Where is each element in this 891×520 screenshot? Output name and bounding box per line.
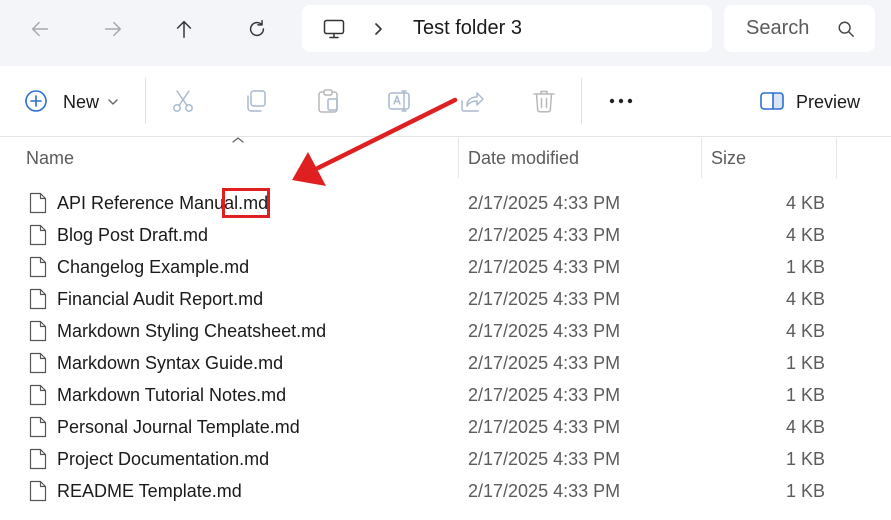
file-size: 4 KB [785,321,825,341]
file-row[interactable]: Blog Post Draft.md 2/17/2025 4:33 PM 4 KB [0,220,891,252]
file-size: 1 KB [785,257,825,277]
file-name: Markdown Styling Cheatsheet.md [57,321,327,341]
file-date-modified: 2/17/2025 4:33 PM [468,353,621,373]
scissors-icon [173,90,193,112]
chevron-down-icon [108,99,118,105]
file-date-modified: 2/17/2025 4:33 PM [468,321,621,341]
file-icon [29,320,47,342]
arrow-left-icon [31,21,49,37]
file-size: 4 KB [785,289,825,309]
toolbar-divider [145,78,146,124]
address-path: Test folder 3 [413,17,522,39]
file-name: Blog Post Draft.md [57,225,209,245]
file-date-modified: 2/17/2025 4:33 PM [468,257,621,277]
column-divider[interactable] [458,138,459,178]
preview-label: Preview [796,92,861,112]
file-icon [29,448,47,470]
command-bar: New Preview [0,66,891,137]
arrow-right-icon [104,21,122,37]
paste-button[interactable] [315,88,341,114]
file-date-modified: 2/17/2025 4:33 PM [468,449,621,469]
delete-button[interactable] [531,88,557,114]
file-icon [29,224,47,246]
file-icon [29,256,47,278]
file-size: 1 KB [785,481,825,501]
refresh-icon [249,20,265,37]
search-icon [838,21,854,37]
file-row[interactable]: Changelog Example.md 2/17/2025 4:33 PM 1 K… [0,252,891,284]
file-icon [29,384,47,406]
forward-button[interactable] [95,12,131,46]
file-row[interactable]: Markdown Styling Cheatsheet.md 2/17/2025 … [0,316,891,348]
column-header-size[interactable]: Size [711,136,835,178]
file-size: 1 KB [785,353,825,373]
trash-icon [533,90,555,113]
share-button[interactable] [459,88,485,114]
column-divider[interactable] [836,138,837,178]
file-row[interactable]: Project Documentation.md 2/17/2025 4:33 P… [0,444,891,476]
file-date-modified: 2/17/2025 4:33 PM [468,417,621,437]
file-name: Project Documentation.md [57,449,270,469]
file-date-modified: 2/17/2025 4:33 PM [468,385,621,405]
file-icon [29,416,47,438]
file-row[interactable]: Markdown Syntax Guide.md 2/17/2025 4:33 P… [0,348,891,380]
file-row[interactable]: Personal Journal Template.md 2/17/2025 4:… [0,412,891,444]
file-name: Markdown Syntax Guide.md [57,353,284,373]
file-icon [29,480,47,502]
more-horizontal-icon [609,98,633,104]
column-header-name-label: Name [26,148,75,168]
new-button[interactable]: New [24,88,128,116]
file-size: 4 KB [785,193,825,213]
preview-pane-icon [760,92,784,110]
toolbar-divider [581,78,582,124]
chevron-right-icon [375,23,382,35]
computer-icon [323,19,345,39]
file-size: 1 KB [785,449,825,469]
address-bar[interactable]: Test folder 3 [302,5,712,52]
back-button[interactable] [22,12,58,46]
copy-button[interactable] [243,88,269,114]
share-icon [461,92,484,112]
file-name: Markdown Tutorial Notes.md [57,385,287,405]
file-name: Changelog Example.md [57,257,250,277]
annotation-highlight-box [222,188,270,218]
column-divider[interactable] [701,138,702,178]
file-row[interactable]: Markdown Tutorial Notes.md 2/17/2025 4:33… [0,380,891,412]
file-icon [29,192,47,214]
sort-ascending-icon [232,137,244,143]
file-icon [29,352,47,374]
up-button[interactable] [166,12,202,46]
clipboard-icon [318,89,338,113]
file-row[interactable]: README Template.md 2/17/2025 4:33 PM 1 KB [0,476,891,508]
cut-button[interactable] [170,88,196,114]
file-date-modified: 2/17/2025 4:33 PM [468,481,621,501]
search-box[interactable]: Search [724,5,875,52]
plus-circle-icon [25,90,47,112]
file-date-modified: 2/17/2025 4:33 PM [468,225,621,245]
arrow-up-icon [176,20,192,38]
file-size: 4 KB [785,225,825,245]
column-header-date-label: Date modified [468,148,580,168]
preview-button[interactable]: Preview [760,88,870,116]
column-header-size-label: Size [711,148,747,168]
column-header-date[interactable]: Date modified [468,136,700,178]
file-date-modified: 2/17/2025 4:33 PM [468,289,621,309]
file-name: README Template.md [57,481,242,501]
copy-icon [247,90,266,112]
rename-icon [388,90,410,112]
search-placeholder: Search [746,17,810,39]
refresh-button[interactable] [239,12,275,46]
file-row[interactable]: Financial Audit Report.md 2/17/2025 4:33 … [0,284,891,316]
more-options-button[interactable] [608,88,634,114]
file-icon [29,288,47,310]
file-size: 4 KB [785,417,825,437]
new-label: New [63,92,100,112]
rename-button[interactable] [387,88,413,114]
file-date-modified: 2/17/2025 4:33 PM [468,193,621,213]
file-name: Financial Audit Report.md [57,289,264,309]
file-row[interactable]: API Reference Manual.md 2/17/2025 4:33 PM… [0,188,891,220]
file-name: Personal Journal Template.md [57,417,300,437]
file-size: 1 KB [785,385,825,405]
